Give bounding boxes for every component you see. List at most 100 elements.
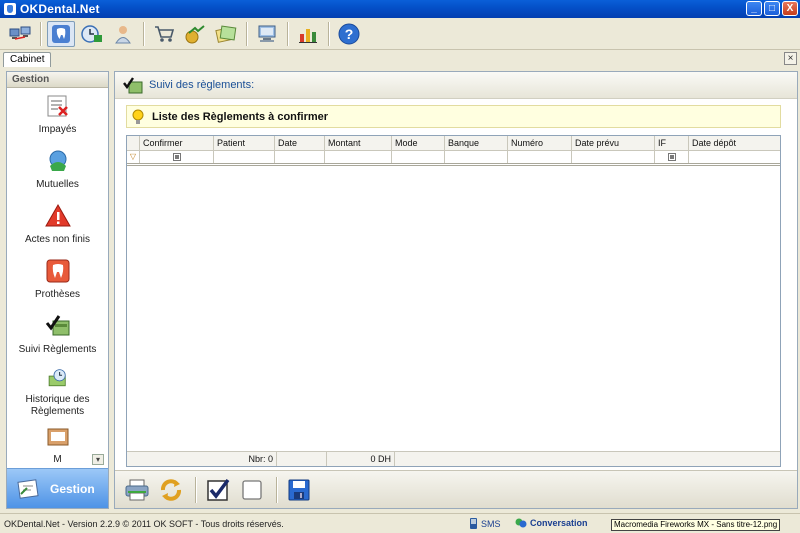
filter-mode-cell[interactable]	[392, 151, 445, 163]
svg-text:?: ?	[345, 26, 354, 42]
grid-filter-row: ▽	[127, 151, 780, 166]
conversation-label: Conversation	[530, 518, 588, 528]
patient-icon[interactable]	[109, 21, 137, 47]
filter-date-cell[interactable]	[275, 151, 325, 163]
sidebar-header: Gestion	[7, 72, 108, 88]
finance-icon[interactable]	[181, 21, 209, 47]
column-header-date-prevu[interactable]: Date prévu	[572, 136, 655, 150]
history-icon	[48, 369, 66, 387]
footer-spacer	[277, 452, 327, 466]
chat-icon	[515, 518, 527, 528]
gestion-icon	[17, 478, 39, 499]
tab-cabinet[interactable]: Cabinet	[3, 52, 52, 67]
column-header-montant[interactable]: Montant	[325, 136, 392, 150]
column-header-numero[interactable]: Numéro	[508, 136, 572, 150]
unpaid-icon	[47, 95, 68, 117]
insurance-icon	[49, 150, 66, 171]
sidebar-item-label: Mutuelles	[36, 179, 79, 190]
tray-icon	[47, 428, 68, 446]
main-toolbar: ?	[0, 18, 800, 50]
filter-confirmer-cell[interactable]	[140, 151, 214, 163]
sidebar: Gestion Impayés Mutuelles Actes non fini…	[6, 71, 109, 509]
column-header-mode[interactable]: Mode	[392, 136, 445, 150]
phone-icon	[470, 518, 477, 529]
filter-date-depot-cell[interactable]	[689, 151, 780, 163]
toolbar-separator	[276, 476, 277, 503]
sidebar-section-label: Gestion	[50, 481, 95, 496]
sidebar-item-suivi-reglements[interactable]: Suivi Règlements	[7, 308, 108, 363]
column-header-patient[interactable]: Patient	[214, 136, 275, 150]
footer-total: 0 DH	[327, 452, 395, 466]
sidebar-item-label: Suivi Règlements	[18, 344, 97, 355]
sidebar-item-historique-reglements[interactable]: Historique des Règlements	[7, 363, 108, 418]
bottom-toolbar	[115, 470, 797, 508]
toolbar-separator	[195, 476, 196, 503]
close-window-button[interactable]: X	[782, 1, 798, 16]
close-tab-button[interactable]: ×	[784, 52, 797, 65]
sidebar-item-label: Historique des Règlements	[25, 394, 90, 417]
grid-header-row: Confirmer Patient Date Montant Mode Banq…	[127, 136, 780, 151]
appointments-icon[interactable]	[78, 21, 106, 47]
computer-icon[interactable]	[253, 21, 281, 47]
help-icon[interactable]: ?	[335, 21, 363, 47]
sidebar-scroll-down-button[interactable]: ▾	[92, 454, 104, 465]
grid-footer: Nbr: 0 0 DH	[127, 451, 780, 466]
filter-if-cell[interactable]	[655, 151, 689, 163]
toolbar-separator	[40, 21, 41, 46]
column-header-date-depot[interactable]: Date dépôt	[689, 136, 780, 150]
panel-title: Suivi des règlements:	[149, 79, 255, 91]
filter-icon[interactable]: ▽	[127, 151, 140, 163]
network-icon[interactable]	[6, 21, 34, 47]
documents-icon[interactable]	[212, 21, 240, 47]
sms-label: SMS	[481, 518, 501, 529]
version-text: OKDental.Net - Version 2.2.9 © 2011 OK S…	[4, 518, 284, 529]
toolbar-separator	[328, 21, 329, 46]
sidebar-item-mutuelles[interactable]: Mutuelles	[7, 143, 108, 198]
print-icon[interactable]	[121, 475, 153, 505]
refresh-icon[interactable]	[155, 475, 187, 505]
stats-icon[interactable]	[294, 21, 322, 47]
maximize-button[interactable]: □	[764, 1, 780, 16]
column-header-date[interactable]: Date	[275, 136, 325, 150]
sidebar-item-impayes[interactable]: Impayés	[7, 88, 108, 143]
conversation-button[interactable]: Conversation	[515, 517, 588, 529]
minimize-button[interactable]: _	[746, 1, 762, 16]
filter-date-prevu-cell[interactable]	[572, 151, 655, 163]
warning-icon	[44, 203, 71, 227]
app-logo-icon	[4, 3, 16, 15]
grid-row-indicator-header	[127, 136, 140, 150]
sidebar-section-gestion[interactable]: Gestion	[7, 468, 108, 508]
column-header-banque[interactable]: Banque	[445, 136, 508, 150]
footer-spacer	[395, 452, 780, 466]
prosthesis-icon	[46, 259, 69, 283]
cart-icon[interactable]	[150, 21, 178, 47]
info-banner: Liste des Règlements à confirmer	[126, 105, 781, 128]
window-controls: _ □ X	[746, 1, 798, 16]
sms-button[interactable]: SMS	[469, 517, 501, 530]
sidebar-item-actes-non-finis[interactable]: Actes non finis	[7, 198, 108, 253]
save-icon[interactable]	[283, 475, 315, 505]
check-all-icon[interactable]	[202, 475, 234, 505]
sidebar-item-protheses[interactable]: Prothèses	[7, 253, 108, 308]
filter-if-checkbox[interactable]	[667, 153, 676, 161]
window-title: OKDental.Net	[20, 2, 100, 16]
sidebar-item-label: Impayés	[38, 124, 77, 135]
toolbar-separator	[287, 21, 288, 46]
main-panel: Suivi des règlements: Liste des Règlemen…	[114, 71, 798, 509]
sidebar-list: Impayés Mutuelles Actes non finis Prothè…	[7, 88, 108, 468]
status-bar: OKDental.Net - Version 2.2.9 © 2011 OK S…	[0, 513, 800, 533]
column-header-if[interactable]: IF	[655, 136, 689, 150]
sidebar-item-label: Actes non finis	[24, 234, 91, 245]
filter-montant-cell[interactable]	[325, 151, 392, 163]
sidebar-item-label: M	[53, 454, 62, 465]
uncheck-all-icon[interactable]	[236, 475, 268, 505]
filter-banque-cell[interactable]	[445, 151, 508, 163]
filter-patient-cell[interactable]	[214, 151, 275, 163]
column-header-confirmer[interactable]: Confirmer	[140, 136, 214, 150]
filter-numero-cell[interactable]	[508, 151, 572, 163]
document-tabs: Cabinet ×	[0, 51, 800, 67]
lightbulb-icon	[132, 109, 144, 124]
tooth-icon[interactable]	[47, 20, 75, 47]
filter-confirmer-checkbox[interactable]	[172, 153, 181, 161]
sidebar-item-label: Prothèses	[34, 289, 81, 300]
